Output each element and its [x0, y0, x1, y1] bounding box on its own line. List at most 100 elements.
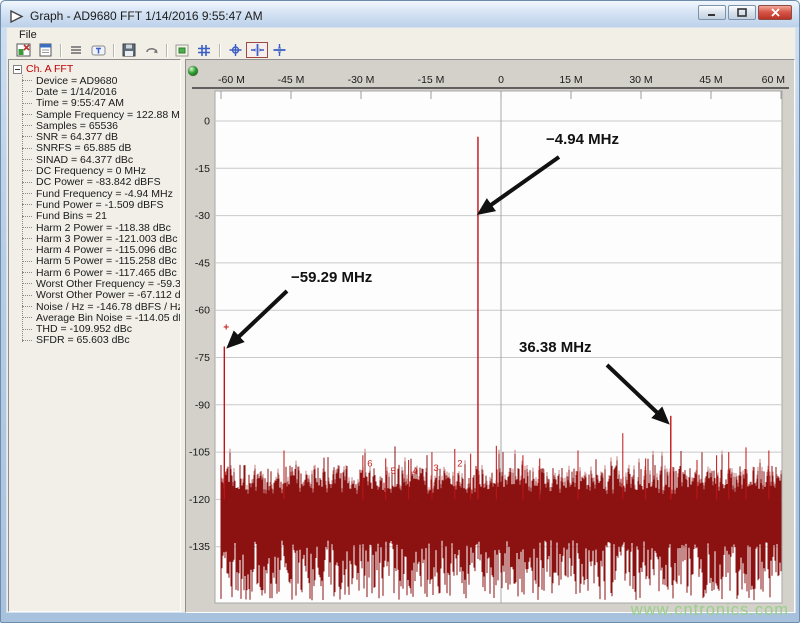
tree-item[interactable]: Harm 5 Power = -115.258 dBc — [13, 256, 180, 267]
close-icon — [771, 8, 780, 17]
svg-text:60 M: 60 M — [762, 74, 785, 86]
tree-item[interactable]: Average Bin Noise = -114.05 dBFS — [13, 312, 180, 323]
tree-item[interactable]: Samples = 65536 — [13, 120, 180, 131]
svg-text:2: 2 — [457, 458, 462, 469]
toolbar-separator — [219, 44, 220, 57]
svg-text:-15: -15 — [195, 163, 210, 175]
svg-text:−59.29 MHz: −59.29 MHz — [291, 269, 372, 286]
tree-item[interactable]: DC Frequency = 0 MHz — [13, 165, 180, 176]
fit-horizontal-button[interactable] — [268, 42, 290, 58]
svg-text:0: 0 — [498, 74, 504, 86]
svg-text:3: 3 — [433, 463, 438, 474]
minimize-button[interactable] — [698, 5, 726, 20]
svg-text:36.38 MHz: 36.38 MHz — [519, 339, 592, 356]
results-tree: Ch. A FFT Device = AD9680Date = 1/14/201… — [13, 63, 180, 346]
tree-item[interactable]: Fund Bins = 21 — [13, 211, 180, 222]
collapse-expander-icon[interactable] — [13, 65, 22, 74]
window-body: File — [6, 27, 796, 613]
svg-text:4: 4 — [412, 466, 417, 477]
report-icon — [38, 43, 53, 57]
tree-item[interactable]: Device = AD9680 — [13, 75, 180, 86]
tree-item[interactable]: SINAD = 64.377 dBc — [13, 154, 180, 165]
list-button[interactable] — [65, 42, 87, 58]
fit-horizontal-icon — [272, 43, 287, 57]
svg-text:-30: -30 — [195, 210, 210, 222]
annotations-icon — [91, 44, 106, 57]
toolbar-separator — [166, 44, 167, 57]
maximize-button[interactable] — [728, 5, 756, 20]
tree-item[interactable]: Worst Other Power = -67.112 dBFS — [13, 290, 180, 301]
chart-icon — [16, 43, 31, 57]
tree-item[interactable]: Harm 2 Power = -118.38 dBc — [13, 222, 180, 233]
close-button[interactable] — [758, 5, 792, 20]
title-bar[interactable]: Graph - AD9680 FFT 1/14/2016 9:55:47 AM — [1, 1, 799, 27]
grid-icon — [197, 44, 211, 57]
legend-icon — [175, 44, 189, 57]
fft-plot[interactable]: 0 -15 -30 -45 -60 -75 -90 -105 -120 -135 -60 M -45 … — [186, 60, 794, 612]
save-icon — [122, 43, 136, 57]
pan-button[interactable] — [224, 42, 246, 58]
tree-item[interactable]: Fund Frequency = -4.94 MHz — [13, 188, 180, 199]
tree-root-label: Ch. A FFT — [26, 63, 73, 75]
tree-item[interactable]: Noise / Hz = -146.78 dBFS / Hz — [13, 301, 180, 312]
window-title: Graph - AD9680 FFT 1/14/2016 9:55:47 AM — [30, 9, 263, 23]
tree-item[interactable]: SFDR = 65.603 dBc — [13, 335, 180, 346]
undo-icon — [144, 44, 159, 57]
app-logo-triangle-icon — [9, 10, 24, 23]
minimize-icon — [707, 8, 717, 17]
toolbar-separator — [113, 44, 114, 57]
svg-text:-120: -120 — [189, 494, 210, 506]
report-button[interactable] — [34, 42, 56, 58]
svg-text:-75: -75 — [195, 352, 210, 364]
svg-text:-60 M: -60 M — [218, 74, 245, 86]
fit-vertical-icon — [250, 43, 265, 57]
fft-chart-panel[interactable]: 0 -15 -30 -45 -60 -75 -90 -105 -120 -135 -60 M -45 … — [185, 59, 795, 613]
toolbar — [7, 42, 795, 58]
svg-text:+: + — [223, 323, 229, 334]
tree-item[interactable]: Harm 4 Power = -115.096 dBc — [13, 244, 180, 255]
svg-text:30 M: 30 M — [629, 74, 652, 86]
tree-item[interactable]: Fund Power = -1.509 dBFS — [13, 199, 180, 210]
svg-text:-30 M: -30 M — [348, 74, 375, 86]
tree-item[interactable]: Harm 6 Power = -117.465 dBc — [13, 267, 180, 278]
svg-text:-105: -105 — [189, 447, 210, 459]
measurements-panel[interactable]: Ch. A FFT Device = AD9680Date = 1/14/201… — [8, 59, 181, 612]
menu-file[interactable]: File — [15, 29, 41, 41]
maximize-icon — [737, 8, 747, 17]
grid-button[interactable] — [193, 42, 215, 58]
tree-item[interactable]: Worst Other Frequency = -59.38 MHz — [13, 278, 180, 289]
svg-text:15 M: 15 M — [559, 74, 582, 86]
watermark: www.cntronics.com — [631, 601, 789, 620]
undo-button[interactable] — [140, 42, 162, 58]
svg-text:-45: -45 — [195, 257, 210, 269]
svg-text:5: 5 — [391, 466, 396, 477]
tree-item[interactable]: Harm 3 Power = -121.003 dBc — [13, 233, 180, 244]
svg-text:-15 M: -15 M — [418, 74, 445, 86]
svg-text:-45 M: -45 M — [278, 74, 305, 86]
svg-text:−4.94 MHz: −4.94 MHz — [546, 131, 619, 148]
app-window: Graph - AD9680 FFT 1/14/2016 9:55:47 AM … — [0, 0, 800, 623]
svg-text:0: 0 — [204, 116, 210, 128]
tree-item[interactable]: THD = -109.952 dBc — [13, 324, 180, 335]
svg-text:-90: -90 — [195, 399, 210, 411]
legend-button[interactable] — [171, 42, 193, 58]
menu-bar: File — [7, 28, 795, 42]
svg-text:6: 6 — [367, 458, 372, 469]
list-icon — [69, 44, 83, 56]
chart-button[interactable] — [12, 42, 34, 58]
tree-item[interactable]: SNRFS = 65.885 dB — [13, 143, 180, 154]
pan-icon — [228, 43, 243, 57]
annotations-button[interactable] — [87, 42, 109, 58]
tree-items: Device = AD9680Date = 1/14/2016Time = 9:… — [13, 75, 180, 346]
svg-text:45 M: 45 M — [699, 74, 722, 86]
tree-item[interactable]: Date = 1/14/2016 — [13, 86, 180, 97]
save-button[interactable] — [118, 42, 140, 58]
tree-item[interactable]: Time = 9:55:47 AM — [13, 98, 180, 109]
tree-item[interactable]: DC Power = -83.842 dBFS — [13, 177, 180, 188]
tree-item[interactable]: SNR = 64.377 dB — [13, 131, 180, 142]
tree-item[interactable]: Sample Frequency = 122.88 MHz — [13, 109, 180, 120]
fit-vertical-button[interactable] — [246, 42, 268, 58]
svg-text:-60: -60 — [195, 305, 210, 317]
tree-root[interactable]: Ch. A FFT — [13, 63, 180, 75]
svg-text:-135: -135 — [189, 541, 210, 553]
